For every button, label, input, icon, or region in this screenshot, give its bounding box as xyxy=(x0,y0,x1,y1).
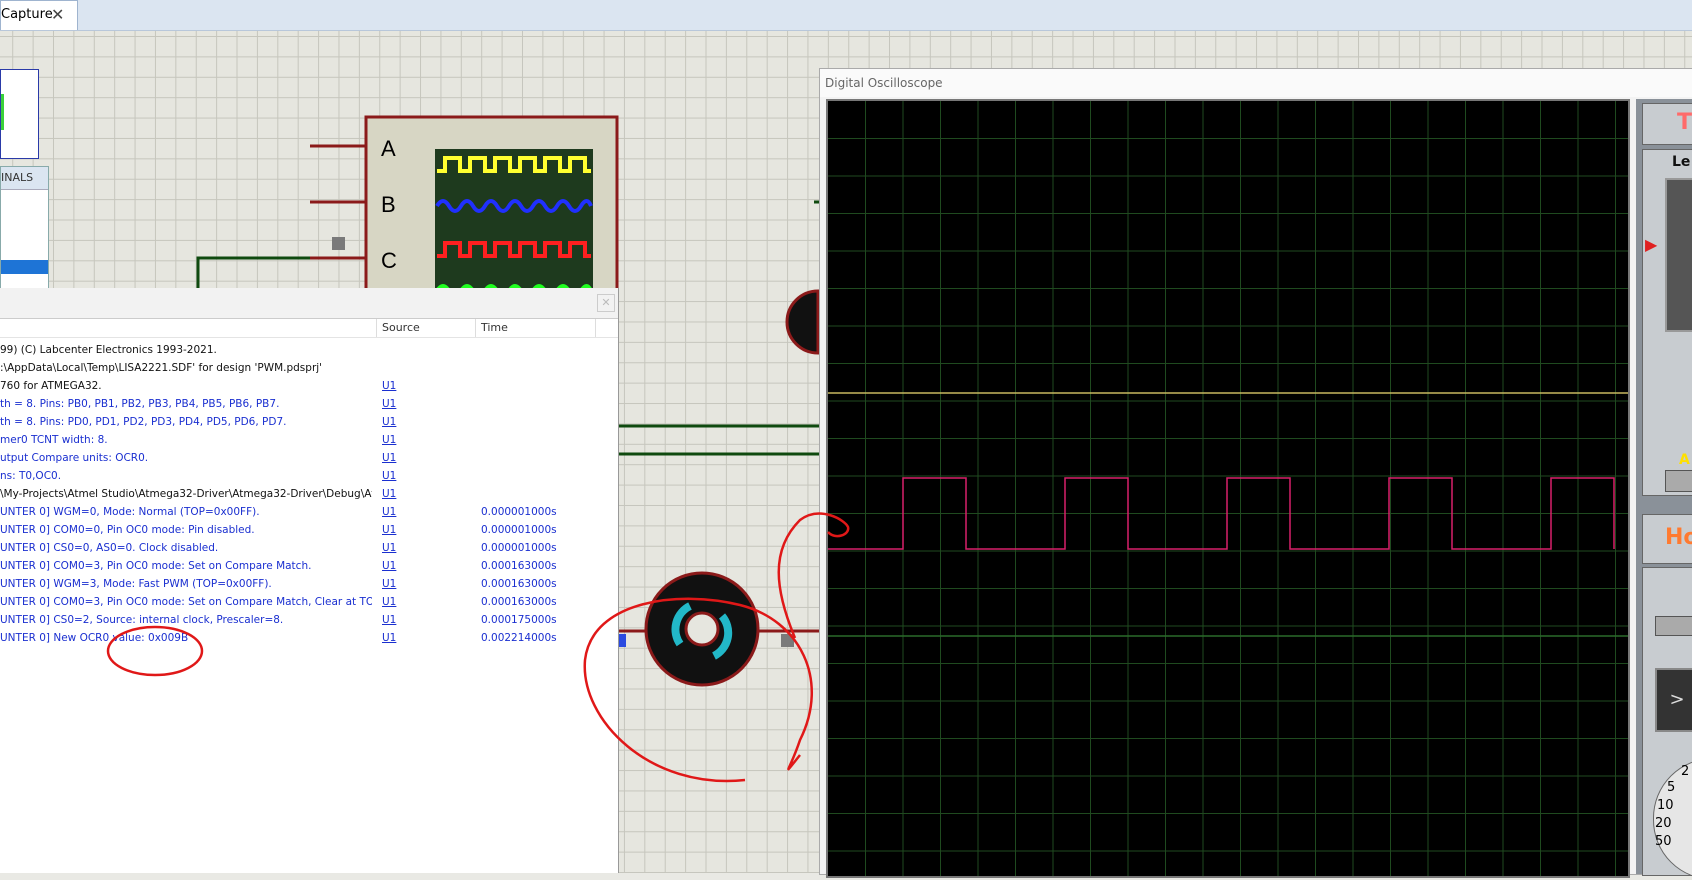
dial-tick: 2 xyxy=(1681,764,1690,779)
log-column-headers: Source Time xyxy=(0,319,618,338)
timebase-panel: > 2 5 10 20 50 xyxy=(1642,567,1692,880)
log-time: 0.000163000s xyxy=(481,578,557,590)
timebase-slider-knob[interactable] xyxy=(1655,616,1692,636)
log-message: UNTER 0] WGM=0, Mode: Normal (TOP=0x00FF… xyxy=(0,506,260,518)
channel-a-label: A xyxy=(381,136,396,161)
log-message: UNTER 0] CS0=2, Source: internal clock, … xyxy=(0,614,284,626)
log-message: UNTER 0] WGM=3, Mode: Fast PWM (TOP=0x00… xyxy=(0,578,272,590)
log-message: mer0 TCNT width: 8. xyxy=(0,434,108,446)
dial-tick: 50 xyxy=(1655,834,1672,849)
log-source-link[interactable]: U1 xyxy=(382,557,396,575)
log-message: th = 8. Pins: PD0, PD1, PD2, PD3, PD4, P… xyxy=(0,416,287,428)
oscilloscope-window: Digital Oscilloscope T Le ▶ A Ho > 2 5 1… xyxy=(819,68,1692,880)
log-row[interactable]: :\AppData\Local\Temp\LISA2221.SDF' for d… xyxy=(0,359,618,377)
a-label: A xyxy=(1679,452,1690,468)
log-message: \My-Projects\Atmel Studio\Atmega32-Drive… xyxy=(0,488,372,500)
log-time: 0.000001000s xyxy=(481,524,557,536)
tab-label: Capture xyxy=(1,7,53,22)
motor-pin[interactable] xyxy=(618,634,626,647)
log-source-link[interactable]: U1 xyxy=(382,467,396,485)
log-time: 0.000175000s xyxy=(481,614,557,626)
log-row[interactable]: UNTER 0] COM0=3, Pin OC0 mode: Set on Co… xyxy=(0,557,618,575)
trigger-panel: T xyxy=(1642,103,1692,145)
simulation-log-panel: ✕ Source Time 99) (C) Labcenter Electron… xyxy=(0,288,619,873)
log-message: th = 8. Pins: PB0, PB1, PB2, PB3, PB4, P… xyxy=(0,398,280,410)
dial-tick: 20 xyxy=(1655,816,1672,831)
level-arrow-icon[interactable]: ▶ xyxy=(1645,235,1657,254)
log-row[interactable]: UNTER 0] CS0=2, Source: internal clock, … xyxy=(0,611,618,629)
log-row[interactable]: th = 8. Pins: PB0, PB1, PB2, PB3, PB4, P… xyxy=(0,395,618,413)
log-time: 0.000001000s xyxy=(481,506,557,518)
level-slider[interactable] xyxy=(1665,178,1692,332)
oscilloscope-control-panel: T Le ▶ A Ho > 2 5 10 20 50 xyxy=(1636,99,1692,880)
log-row[interactable]: mer0 TCNT width: 8. U1 xyxy=(0,431,618,449)
log-row[interactable]: UNTER 0] WGM=3, Mode: Fast PWM (TOP=0x00… xyxy=(0,575,618,593)
oscilloscope-title-bar[interactable]: Digital Oscilloscope xyxy=(820,69,1692,97)
log-source-link[interactable]: U1 xyxy=(382,539,396,557)
log-row[interactable]: UNTER 0] COM0=0, Pin OC0 mode: Pin disab… xyxy=(0,521,618,539)
log-source-link[interactable]: U1 xyxy=(382,611,396,629)
oscilloscope-trace-area xyxy=(828,101,1628,876)
log-row[interactable]: 99) (C) Labcenter Electronics 1993-2021. xyxy=(0,341,618,359)
tab-capture[interactable]: Capture ✕ xyxy=(0,0,78,30)
log-source-link[interactable]: U1 xyxy=(382,485,396,503)
log-source-link[interactable]: U1 xyxy=(382,449,396,467)
log-title-bar: ✕ xyxy=(0,288,618,319)
time-column-header[interactable]: Time xyxy=(481,321,508,334)
log-time: 0.000163000s xyxy=(481,596,557,608)
log-source-link[interactable]: U1 xyxy=(382,395,396,413)
log-row[interactable]: UNTER 0] COM0=3, Pin OC0 mode: Set on Co… xyxy=(0,593,618,611)
log-source-link[interactable]: U1 xyxy=(382,413,396,431)
oscilloscope-title: Digital Oscilloscope xyxy=(825,76,943,90)
channel-c-label: C xyxy=(381,248,397,273)
log-source-link[interactable]: U1 xyxy=(382,575,396,593)
run-button[interactable]: > xyxy=(1655,668,1692,732)
log-message: 99) (C) Labcenter Electronics 1993-2021. xyxy=(0,344,217,356)
log-row[interactable]: UNTER 0] New OCR0 value: 0x009B U1 0.00221… xyxy=(0,629,618,647)
source-column-header[interactable]: Source xyxy=(382,321,420,334)
close-icon[interactable]: ✕ xyxy=(597,294,615,312)
close-icon[interactable]: ✕ xyxy=(51,1,64,29)
log-source-link[interactable]: U1 xyxy=(382,503,396,521)
log-source-link[interactable]: U1 xyxy=(382,431,396,449)
log-source-link[interactable]: U1 xyxy=(382,593,396,611)
level-label: Le xyxy=(1672,154,1691,170)
dial-tick: 5 xyxy=(1667,780,1676,795)
log-message: 760 for ATMEGA32. xyxy=(0,380,102,392)
log-row[interactable]: \My-Projects\Atmel Studio\Atmega32-Drive… xyxy=(0,485,618,503)
horizontal-label: Ho xyxy=(1665,525,1692,550)
dial-tick: 10 xyxy=(1657,798,1674,813)
log-message: UNTER 0] COM0=0, Pin OC0 mode: Pin disab… xyxy=(0,524,255,536)
trigger-label: T xyxy=(1677,110,1692,135)
log-time: 0.000163000s xyxy=(481,560,557,572)
a-slider-knob[interactable] xyxy=(1665,470,1692,492)
log-row[interactable]: utput Compare units: OCR0. U1 xyxy=(0,449,618,467)
log-row[interactable]: th = 8. Pins: PD0, PD1, PD2, PD3, PD4, P… xyxy=(0,413,618,431)
log-row[interactable]: ns: T0,OC0. U1 xyxy=(0,467,618,485)
log-row[interactable]: UNTER 0] WGM=0, Mode: Normal (TOP=0x00FF… xyxy=(0,503,618,521)
log-message: UNTER 0] New OCR0 value: 0x009B xyxy=(0,632,189,644)
log-message: UNTER 0] CS0=0, AS0=0. Clock disabled. xyxy=(0,542,219,554)
log-time: 0.000001000s xyxy=(481,542,557,554)
wire-junction[interactable] xyxy=(332,237,345,250)
wire-junction[interactable] xyxy=(781,634,794,647)
log-source-link[interactable]: U1 xyxy=(382,521,396,539)
log-source-link[interactable]: U1 xyxy=(382,629,396,647)
level-panel: Le ▶ A xyxy=(1642,149,1692,496)
log-message: utput Compare units: OCR0. xyxy=(0,452,149,464)
log-message: UNTER 0] COM0=3, Pin OC0 mode: Set on Co… xyxy=(0,560,312,572)
log-message: ns: T0,OC0. xyxy=(0,470,62,482)
log-time: 0.002214000s xyxy=(481,632,557,644)
oscilloscope-screen xyxy=(826,99,1630,878)
log-source-link[interactable]: U1 xyxy=(382,377,396,395)
log-rows: 99) (C) Labcenter Electronics 1993-2021.… xyxy=(0,338,618,647)
log-row[interactable]: 760 for ATMEGA32. U1 xyxy=(0,377,618,395)
log-message: UNTER 0] COM0=3, Pin OC0 mode: Set on Co… xyxy=(0,596,372,608)
log-row[interactable]: UNTER 0] CS0=0, AS0=0. Clock disabled. U1… xyxy=(0,539,618,557)
channel-b-label: B xyxy=(381,192,396,217)
document-tab-bar: Capture ✕ xyxy=(0,0,1692,31)
log-message: :\AppData\Local\Temp\LISA2221.SDF' for d… xyxy=(0,362,323,374)
horizontal-panel: Ho xyxy=(1642,514,1692,564)
